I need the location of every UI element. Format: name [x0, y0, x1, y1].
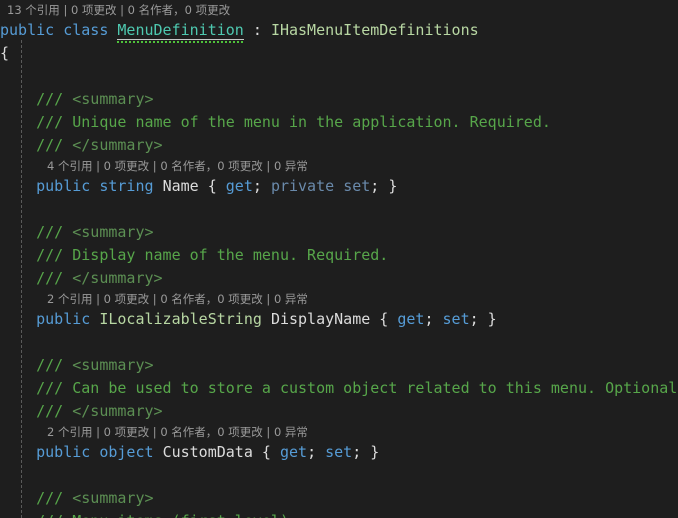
keyword-get: get	[225, 177, 253, 195]
doc-tag-summary-open: <summary>	[72, 223, 154, 241]
doc-tag-summary-close: </summary>	[72, 269, 163, 287]
keyword-set: set	[442, 310, 470, 328]
line-doc-customdata-open[interactable]: /// <summary>	[0, 354, 678, 377]
line-doc-items-open[interactable]: /// <summary>	[0, 487, 678, 510]
accessor-open: {	[198, 177, 226, 195]
doc-comment-prefix: ///	[36, 223, 73, 241]
line-blank-4[interactable]	[0, 464, 678, 487]
line-doc-name-open[interactable]: /// <summary>	[0, 88, 678, 111]
doc-tag-summary-close: </summary>	[72, 402, 163, 420]
line-blank-2[interactable]	[0, 198, 678, 221]
code-lines[interactable]: 13 个引用 | 0 项更改 | 0 名作者，0 项更改 public clas…	[0, 0, 678, 518]
keyword-get: get	[397, 310, 425, 328]
line-doc-items-text[interactable]: /// Menu items (first level).	[0, 510, 678, 518]
codelens-displayname-text[interactable]: 2 个引用 | 0 项更改 | 0 名作者，0 项更改 | 0 异常	[47, 292, 308, 306]
keyword-private: private	[270, 177, 335, 195]
colon-separator: :	[243, 21, 271, 39]
keyword-get: get	[279, 443, 308, 461]
doc-tag-summary-open: <summary>	[72, 489, 154, 507]
doc-tag-summary-open: <summary>	[72, 356, 154, 374]
keyword-set: set	[325, 443, 353, 461]
semicolon: ;	[307, 443, 326, 461]
doc-comment-text-name: /// Unique name of the menu in the appli…	[36, 113, 551, 131]
doc-comment-prefix: ///	[36, 402, 73, 420]
doc-comment-prefix: ///	[36, 356, 73, 374]
doc-comment-text-customdata: /// Can be used to store a custom object…	[36, 379, 678, 397]
line-open-brace[interactable]: {	[0, 42, 678, 65]
codelens-class-text[interactable]: 13 个引用 | 0 项更改 | 0 名作者，0 项更改	[7, 3, 230, 17]
keyword-public: public	[0, 21, 55, 39]
line-doc-name-close[interactable]: /// </summary>	[0, 134, 678, 157]
identifier-customdata[interactable]: CustomData	[163, 443, 253, 461]
codelens-customdata-text[interactable]: 2 个引用 | 0 项更改 | 0 名作者，0 项更改 | 0 异常	[47, 425, 308, 439]
open-brace: {	[0, 44, 10, 62]
codelens-name-text[interactable]: 4 个引用 | 0 项更改 | 0 名作者，0 项更改 | 0 异常	[47, 159, 308, 173]
doc-comment-prefix: ///	[36, 90, 73, 108]
doc-tag-summary-close: </summary>	[72, 136, 163, 154]
accessor-close: ; }	[352, 443, 380, 461]
type-ilocalizablestring[interactable]: ILocalizableString	[99, 310, 262, 328]
line-doc-name-text[interactable]: /// Unique name of the menu in the appli…	[0, 111, 678, 134]
codelens-displayname-property[interactable]: 2 个引用 | 0 项更改 | 0 名作者，0 项更改 | 0 异常	[0, 290, 678, 308]
line-class-declaration[interactable]: public class MenuDefinition : IHasMenuIt…	[0, 19, 678, 42]
keyword-class: class	[63, 21, 109, 39]
accessor-open: {	[252, 443, 280, 461]
doc-tag-summary-open: <summary>	[72, 90, 154, 108]
line-property-customdata[interactable]: public object CustomData { get; set; }	[0, 441, 678, 464]
accessor-close: ; }	[469, 310, 497, 328]
line-doc-displayname-close[interactable]: /// </summary>	[0, 267, 678, 290]
doc-comment-text-displayname: /// Display name of the menu. Required.	[36, 246, 389, 264]
line-doc-displayname-text[interactable]: /// Display name of the menu. Required.	[0, 244, 678, 267]
keyword-public: public	[36, 443, 91, 461]
semicolon: ;	[252, 177, 271, 195]
doc-comment-prefix: ///	[36, 489, 73, 507]
keyword-object: object	[99, 443, 154, 461]
accessor-open: {	[370, 310, 398, 328]
doc-comment-prefix: ///	[36, 269, 73, 287]
accessor-close: ; }	[370, 177, 398, 195]
identifier-name[interactable]: Name	[163, 177, 199, 195]
line-blank-1[interactable]	[0, 65, 678, 88]
interface-ihasmenuitemdefinitions[interactable]: IHasMenuItemDefinitions	[271, 21, 479, 39]
line-doc-displayname-open[interactable]: /// <summary>	[0, 221, 678, 244]
identifier-displayname[interactable]: DisplayName	[271, 310, 370, 328]
semicolon: ;	[424, 310, 443, 328]
line-property-name[interactable]: public string Name { get; private set; }	[0, 175, 678, 198]
type-menudefinition[interactable]: MenuDefinition	[117, 21, 244, 40]
code-editor[interactable]: 13 个引用 | 0 项更改 | 0 名作者，0 项更改 public clas…	[0, 0, 678, 518]
line-blank-3[interactable]	[0, 331, 678, 354]
codelens-name-property[interactable]: 4 个引用 | 0 项更改 | 0 名作者，0 项更改 | 0 异常	[0, 157, 678, 175]
codelens-class[interactable]: 13 个引用 | 0 项更改 | 0 名作者，0 项更改	[0, 1, 678, 19]
keyword-string: string	[99, 177, 154, 195]
keyword-public: public	[36, 310, 91, 328]
line-doc-customdata-text[interactable]: /// Can be used to store a custom object…	[0, 377, 678, 400]
doc-comment-prefix: ///	[36, 136, 73, 154]
codelens-customdata-property[interactable]: 2 个引用 | 0 项更改 | 0 名作者，0 项更改 | 0 异常	[0, 423, 678, 441]
line-property-displayname[interactable]: public ILocalizableString DisplayName { …	[0, 308, 678, 331]
line-doc-customdata-close[interactable]: /// </summary>	[0, 400, 678, 423]
keyword-public: public	[36, 177, 91, 195]
keyword-set: set	[343, 177, 371, 195]
doc-comment-text-items: /// Menu items (first level).	[36, 512, 298, 518]
